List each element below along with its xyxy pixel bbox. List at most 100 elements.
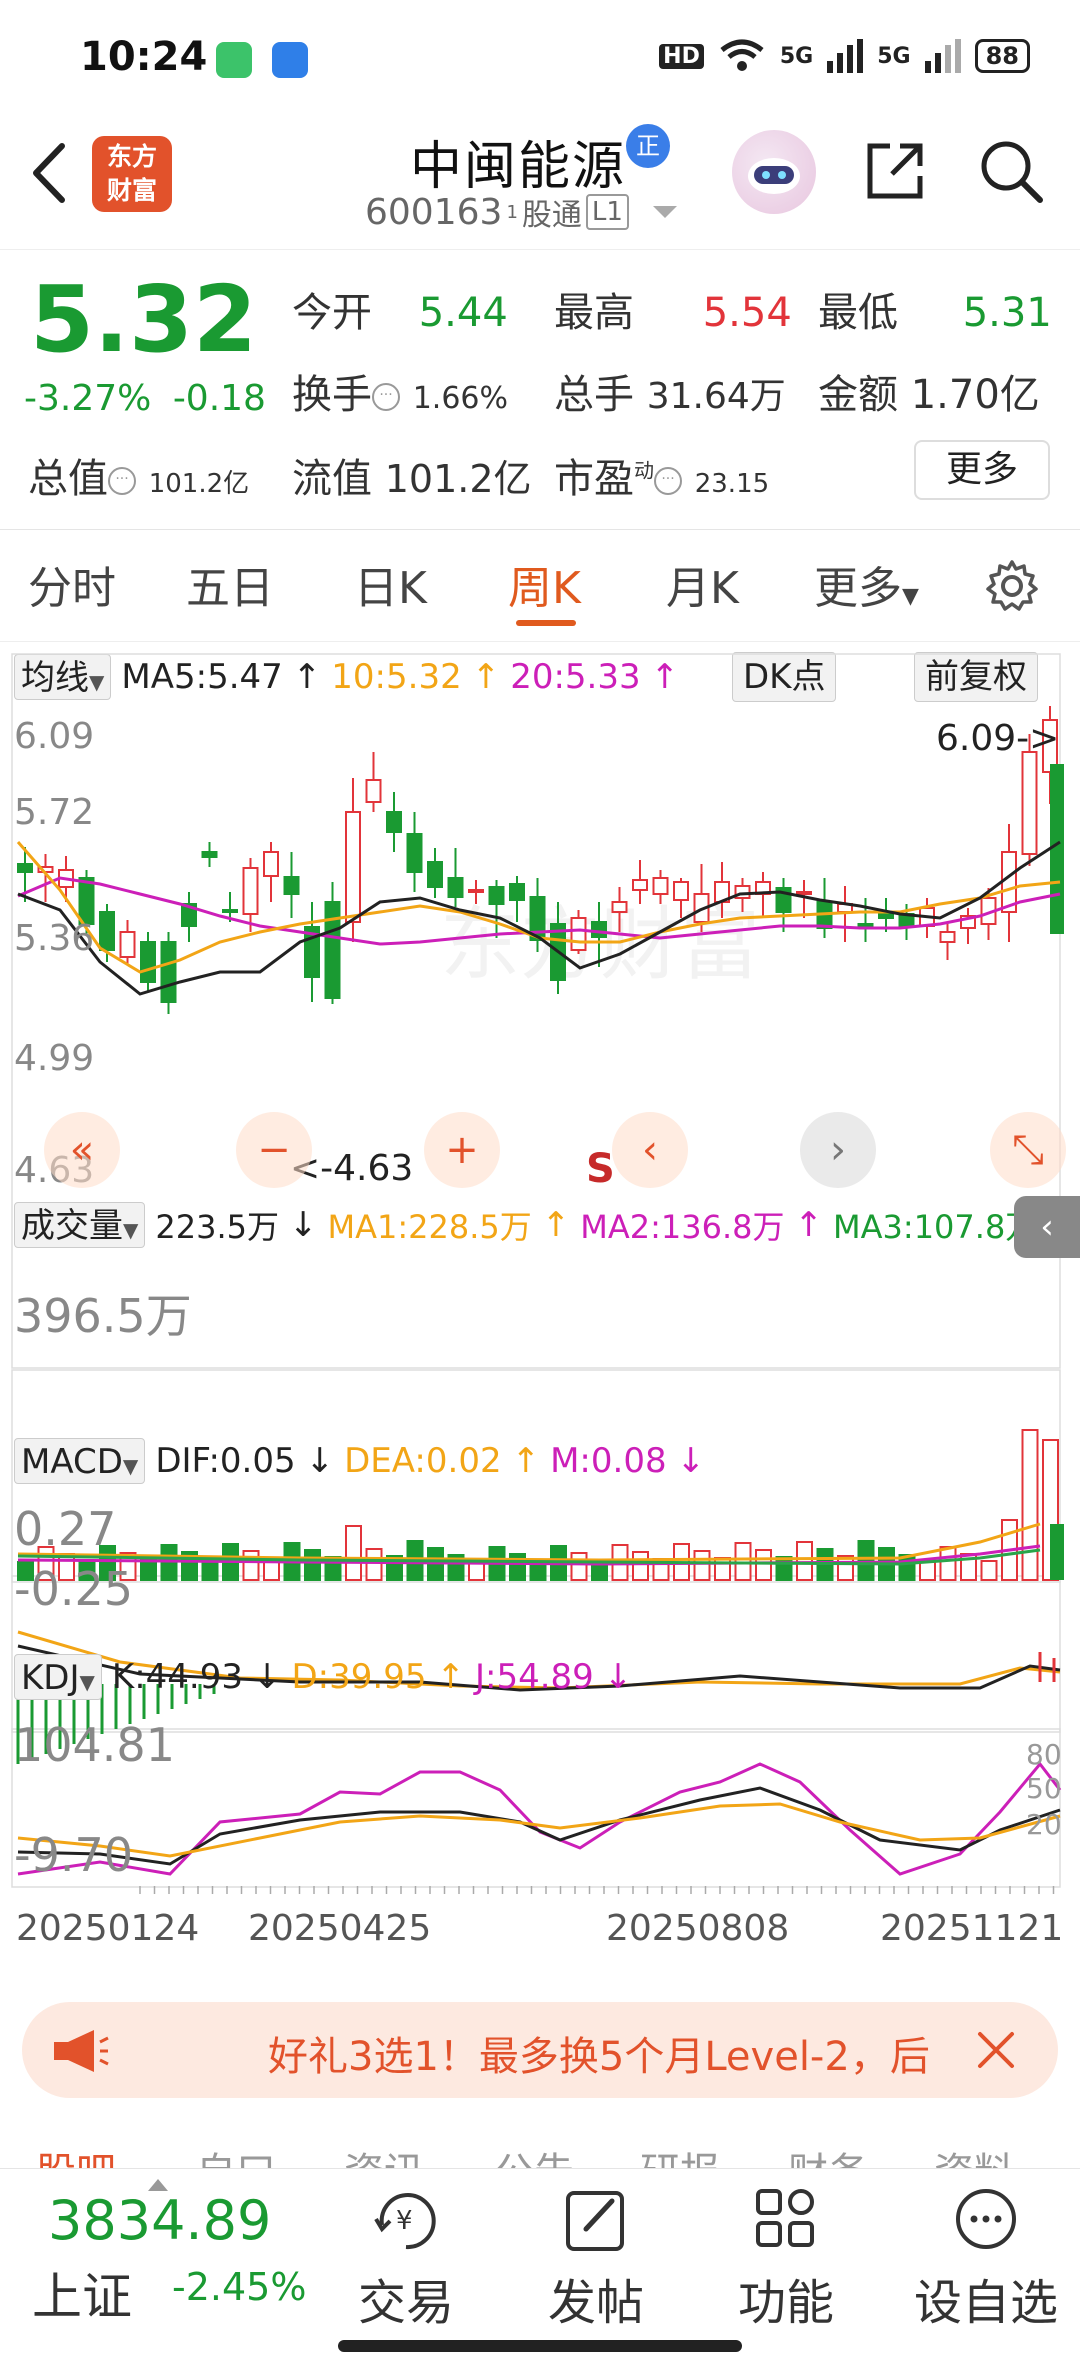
down-arrow-icon: ↓: [253, 1657, 282, 1697]
close-icon[interactable]: [968, 2022, 1024, 2078]
info-dots-icon[interactable]: ···: [108, 467, 136, 495]
amount-cell: 金额 1.70亿: [818, 362, 1040, 420]
search-icon[interactable]: [976, 136, 1046, 206]
volume-bar: [939, 1546, 957, 1581]
step-forward-icon[interactable]: ›: [800, 1112, 876, 1188]
current-price: 5.32: [30, 266, 257, 373]
volume-max-label: 396.5万: [14, 1289, 192, 1343]
down-arrow-icon: ↓: [289, 1205, 318, 1245]
macd-m: M:0.08: [550, 1441, 667, 1481]
stock-code-row[interactable]: 600163 1 股通 L1: [365, 190, 677, 234]
rewind-icon[interactable]: «: [44, 1112, 120, 1188]
up-arrow-icon: ↑: [511, 1441, 541, 1481]
candle-body: [140, 941, 156, 983]
logo-line-2: 财富: [106, 176, 157, 205]
price-change: -3.27% -0.18: [24, 378, 266, 419]
y-label-3: 5.36: [14, 918, 95, 959]
gear-icon[interactable]: [982, 556, 1042, 616]
high-label: 最高: [554, 290, 634, 336]
chevron-down-icon: ▼: [902, 584, 919, 609]
high-cell: 最高 5.54: [554, 280, 792, 338]
zoom-out-icon[interactable]: −: [236, 1112, 312, 1188]
status-time: 10:24: [80, 34, 208, 80]
volume-ma3: MA3:107.8万: [833, 1208, 1038, 1246]
float-label: 流值: [292, 456, 372, 502]
ai-assistant-icon[interactable]: [732, 130, 816, 214]
kdj-selector[interactable]: KDJ▼: [14, 1654, 102, 1700]
collapse-panel-icon[interactable]: ‹: [1014, 1196, 1080, 1258]
trade-button[interactable]: ¥ 交易: [326, 2185, 486, 2335]
candle-body: [406, 833, 423, 873]
open-label: 今开: [292, 290, 372, 336]
step-back-icon[interactable]: ‹: [612, 1112, 688, 1188]
kdj-y-top: 104.81: [14, 1718, 175, 1772]
macd-dif: DIF:0.05: [155, 1441, 296, 1481]
sell-signal[interactable]: S: [586, 1146, 615, 1192]
more-quote-button[interactable]: 更多: [914, 440, 1050, 500]
back-arrow-icon[interactable]: [24, 138, 74, 208]
date-label-3: 20250808: [606, 1908, 790, 1949]
svg-text:¥: ¥: [396, 2206, 413, 2236]
candle-body: [509, 883, 525, 901]
tab-daily-k[interactable]: 日K: [354, 552, 427, 616]
wechat-notification-icon: [216, 42, 252, 78]
volume-bar: [919, 1561, 936, 1581]
tab-intraday[interactable]: 分时: [28, 552, 116, 616]
hd-icon: HD: [659, 43, 704, 69]
candle-body: [570, 917, 587, 951]
trade-label: 交易: [357, 2275, 454, 2331]
candle-body: [222, 909, 238, 913]
open-cell: 今开 5.44: [292, 280, 508, 338]
candle-body: [119, 931, 136, 958]
candle-body: [468, 889, 484, 893]
zoom-in-icon[interactable]: +: [424, 1112, 500, 1188]
volume-bar: [242, 1550, 260, 1581]
volume-selector[interactable]: 成交量▼: [14, 1202, 146, 1248]
home-indicator[interactable]: [338, 2340, 742, 2352]
tab-more-periods[interactable]: 更多▼: [814, 552, 919, 616]
info-dots-icon[interactable]: ···: [654, 467, 682, 495]
candle-body: [263, 851, 279, 877]
candle-body: [427, 861, 443, 888]
mktcap-label: 总值: [28, 456, 108, 502]
signal-bars-icon: [827, 39, 864, 73]
low-label: 最低: [818, 290, 898, 336]
post-icon: [566, 2191, 624, 2251]
candle-body: [591, 921, 607, 938]
index-value[interactable]: 3834.89: [48, 2189, 271, 2252]
candle-body: [673, 881, 689, 901]
volume-bar: [1021, 1429, 1039, 1581]
promo-text: 好礼3选1！最多换5个月Level-2，后: [268, 2034, 930, 2080]
eastmoney-logo[interactable]: 东方 财富: [92, 136, 172, 212]
y-label-4: 4.99: [14, 1038, 95, 1079]
kdj-selector-label: KDJ: [21, 1658, 80, 1698]
turnover-label: 换手: [292, 372, 372, 418]
share-icon[interactable]: [860, 136, 930, 206]
tab-weekly-k[interactable]: 周K: [508, 552, 581, 616]
info-dots-icon[interactable]: ···: [372, 383, 400, 411]
post-button[interactable]: 发帖: [516, 2185, 676, 2335]
volume-ma1: MA1:228.5万: [327, 1208, 532, 1246]
pe-superscript: 动: [634, 458, 654, 483]
amount-label: 金额: [818, 372, 898, 418]
date-label-4: 20251121: [880, 1908, 1064, 1949]
high-value: 5.54: [702, 290, 792, 336]
candle-body: [652, 877, 669, 895]
tab-five-day[interactable]: 五日: [186, 552, 274, 616]
candle-body: [283, 876, 300, 895]
tab-monthly-k[interactable]: 月K: [666, 552, 739, 616]
volume-indicator-bar: 成交量▼ 223.5万 ↓ MA1:228.5万 ↑ MA2:136.8万 ↑ MA3…: [14, 1200, 1076, 1250]
change-percent: -3.27%: [24, 378, 152, 419]
down-arrow-icon: ↓: [603, 1657, 633, 1697]
volume-cell: 总手 31.64万: [554, 362, 786, 420]
float-value: 101.2亿: [384, 457, 532, 501]
macd-selector[interactable]: MACD▼: [14, 1438, 146, 1484]
chevron-down-icon[interactable]: [652, 206, 677, 218]
fullscreen-icon[interactable]: ⤡: [990, 1112, 1066, 1188]
function-button[interactable]: 功能: [706, 2185, 866, 2335]
stock-name[interactable]: 中闽能源: [410, 124, 626, 199]
chart-area: 均线▼ MA5:5.47 ↑ 10:5.32 ↑ 20:5.33 ↑ DK点 前复权 …: [0, 642, 1080, 1972]
add-favorite-button[interactable]: 设自选: [896, 2185, 1076, 2335]
y-label-2: 5.72: [14, 792, 95, 833]
promo-banner[interactable]: 好礼3选1！最多换5个月Level-2，后: [22, 2002, 1058, 2098]
